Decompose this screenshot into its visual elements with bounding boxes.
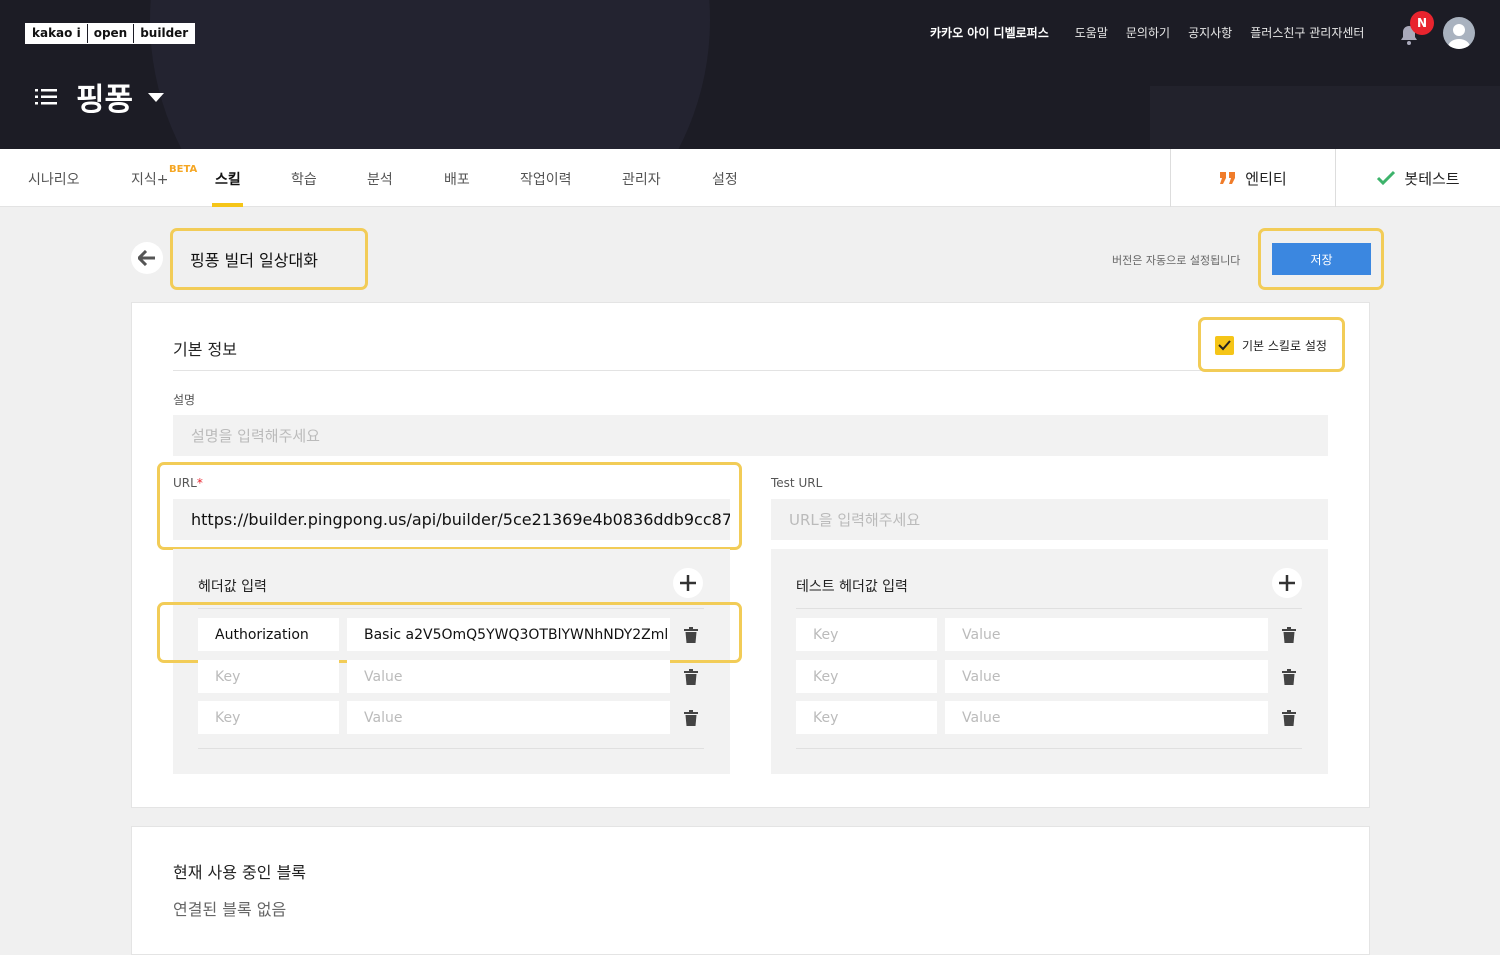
url-label-text: URL [173,476,197,490]
nav-plusfriend-admin[interactable]: 플러스친구 관리자센터 [1250,24,1364,41]
logo-part-kakao: kakao i [32,26,81,40]
header-key-input[interactable]: Authorization [198,618,339,651]
nav-kakao-developers[interactable]: 카카오 아이 디벨로퍼스 [930,24,1049,41]
add-header-button[interactable] [673,568,703,598]
entity-tab-label: 엔티티 [1245,169,1287,188]
default-skill-checkbox[interactable] [1215,336,1234,355]
default-skill-label: 기본 스킬로 설정 [1242,339,1327,353]
test-headers-title: 테스트 헤더값 입력 [796,579,908,595]
tab-bar: 시나리오 지식+ BETA 스킬 학습 분석 배포 작업이력 관리자 설정 엔티… [0,149,1500,207]
kakao-open-builder-logo[interactable]: kakao i open builder [25,23,196,44]
header-value-input[interactable]: Value [347,660,670,693]
beta-badge: BETA [169,164,198,175]
url-input[interactable]: https://builder.pingpong.us/api/builder/… [173,499,730,540]
description-label: 설명 [173,393,196,407]
test-header-value-input[interactable]: Value [945,701,1268,734]
back-button[interactable] [131,242,163,274]
avatar[interactable] [1443,17,1475,49]
checkmark-icon [1218,340,1231,351]
quote-icon [1220,172,1236,184]
active-tab-indicator [212,203,243,207]
notification-badge[interactable]: N [1410,11,1434,35]
section-divider [173,370,1328,371]
blocks-title: 현재 사용 중인 블록 [173,863,307,882]
back-arrow-icon [138,250,155,266]
avatar-icon [1448,24,1470,49]
headers-divider [198,608,704,609]
tab-knowledge[interactable]: 지식+ [131,169,169,189]
basic-info-title: 기본 정보 [173,340,237,359]
save-button[interactable]: 저장 [1272,243,1371,275]
plus-icon [680,575,696,591]
logo-part-builder: builder [133,24,194,43]
test-header-value-input[interactable]: Value [945,660,1268,693]
tab-skill[interactable]: 스킬 [215,169,241,189]
logo-part-open: open [86,24,134,43]
menu-icon[interactable] [35,88,57,106]
test-header-value-input[interactable]: Value [945,618,1268,651]
trash-icon[interactable] [1282,710,1296,726]
trash-icon[interactable] [1282,627,1296,643]
test-header-key-input[interactable]: Key [796,660,937,693]
header-key-input[interactable]: Key [198,701,339,734]
tab-scenario[interactable]: 시나리오 [28,169,80,189]
header-bg-block [1150,86,1500,149]
header-value-input[interactable]: Basic a2V5OmQ5YWQ3OTBlYWNhNDY2Zml [347,618,670,651]
tab-history[interactable]: 작업이력 [520,169,572,189]
headers-bottom-divider [198,748,704,749]
header-value-input[interactable]: Value [347,701,670,734]
nav-help[interactable]: 도움말 [1075,24,1108,41]
test-url-input[interactable]: URL을 입력해주세요 [771,499,1328,540]
skill-title[interactable]: 핑퐁 빌더 일상대화 [190,247,318,271]
plus-icon [1279,575,1295,591]
bot-name[interactable]: 핑퐁 [76,74,133,119]
header-bg-shape [150,0,710,149]
bot-test-tab-label: 봇테스트 [1404,169,1460,188]
blocks-card [131,826,1370,955]
top-nav: 카카오 아이 디벨로퍼스 도움말 문의하기 공지사항 플러스친구 관리자센터 [930,24,1364,41]
nav-contact[interactable]: 문의하기 [1126,24,1170,41]
test-headers-divider [796,608,1302,609]
headers-title: 헤더값 입력 [198,579,267,595]
tab-admin[interactable]: 관리자 [622,169,661,189]
bot-test-tab[interactable]: 봇테스트 [1335,149,1500,207]
trash-icon[interactable] [1282,669,1296,685]
trash-icon[interactable] [684,669,698,685]
caret-down-icon[interactable] [148,93,164,102]
trash-icon[interactable] [684,710,698,726]
test-header-key-input[interactable]: Key [796,701,937,734]
top-header [0,0,1500,149]
add-test-header-button[interactable] [1272,568,1302,598]
tab-settings[interactable]: 설정 [712,169,738,189]
nav-notice[interactable]: 공지사항 [1188,24,1232,41]
url-label: URL* [173,476,203,490]
default-skill-toggle[interactable]: 기본 스킬로 설정 [1215,336,1327,355]
blocks-empty-note: 연결된 블록 없음 [173,900,287,919]
test-header-key-input[interactable]: Key [796,618,937,651]
tab-deploy[interactable]: 배포 [444,169,470,189]
test-url-label: Test URL [771,476,823,490]
version-note: 버전은 자동으로 설정됩니다 [1112,254,1241,267]
required-mark: * [196,476,203,490]
header-key-input[interactable]: Key [198,660,339,693]
tab-training[interactable]: 학습 [291,169,317,189]
entity-tab[interactable]: 엔티티 [1170,149,1335,207]
description-input[interactable]: 설명을 입력해주세요 [173,415,1328,456]
check-icon [1377,170,1396,186]
trash-icon[interactable] [684,627,698,643]
tab-analysis[interactable]: 분석 [367,169,393,189]
test-headers-bottom-divider [796,748,1302,749]
